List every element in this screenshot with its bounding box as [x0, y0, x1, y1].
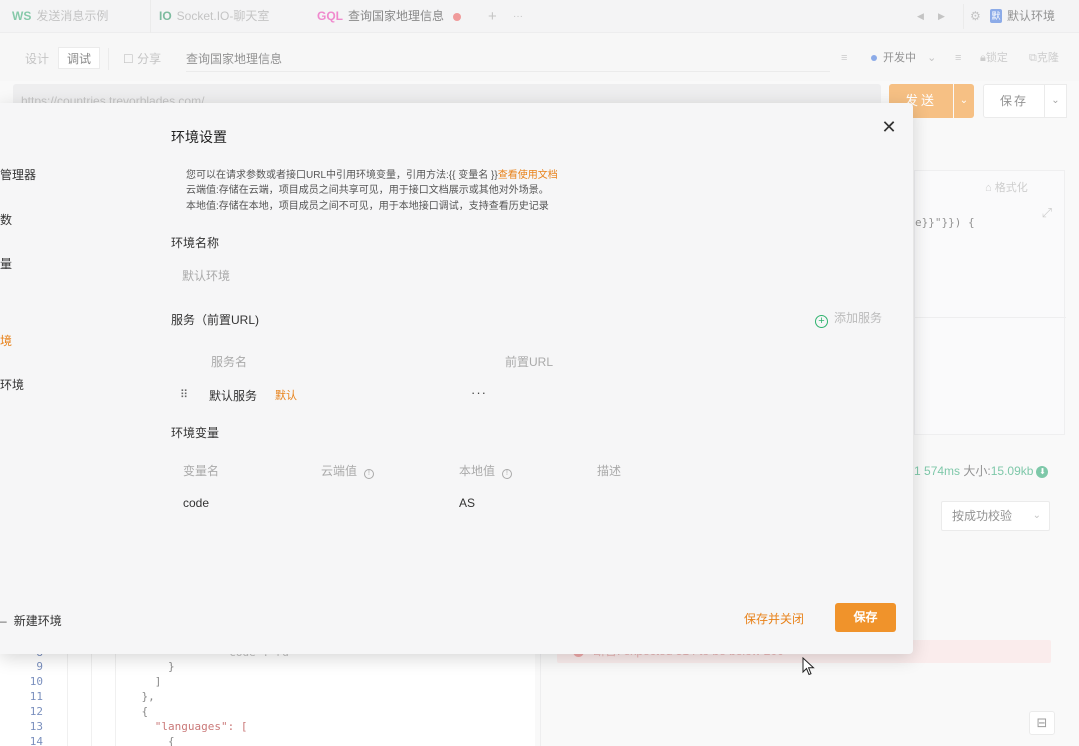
- mouse-cursor-icon: [802, 657, 815, 676]
- sidebar-item-global-params[interactable]: 数: [0, 211, 12, 228]
- service-name-cell[interactable]: 默认服务: [209, 387, 257, 404]
- var-cloud-header: 云端值!: [321, 462, 375, 479]
- info-icon[interactable]: !: [364, 469, 375, 479]
- new-environment-label: 新建环境: [13, 614, 62, 628]
- var-cloud-header-label: 云端值: [321, 464, 358, 478]
- service-section-label: 服务（前置URL): [171, 313, 260, 327]
- var-name-header: 变量名: [183, 464, 220, 478]
- sidebar-item-other-env[interactable]: 环境: [0, 376, 24, 393]
- description-line-1: 您可以在请求参数或者接口URL中引用环境变量，引用方法:{{ 变量名 }}查看使…: [186, 166, 558, 181]
- sidebar-item-global-vars[interactable]: 量: [0, 255, 12, 272]
- drag-handle-icon[interactable]: ⠿: [180, 388, 188, 401]
- add-service-label: 添加服务: [834, 311, 883, 325]
- var-local-header: 本地值!: [459, 462, 513, 479]
- var-name-cell[interactable]: code: [183, 496, 209, 510]
- var-local-header-label: 本地值: [459, 464, 496, 478]
- docs-link[interactable]: 查看使用文档: [498, 170, 558, 181]
- more-actions-icon[interactable]: ···: [471, 385, 487, 400]
- save-button[interactable]: 保存: [835, 603, 896, 632]
- description-line-3: 本地值:存储在本地，项目成员之间不可见，用于本地接口调试，支持查看历史记录: [186, 201, 549, 212]
- description-text: 您可以在请求参数或者接口URL中引用环境变量，引用方法:{{ 变量名 }}: [186, 170, 498, 181]
- env-name-label: 环境名称: [171, 236, 220, 250]
- service-url-header: 前置URL: [505, 355, 554, 369]
- env-vars-label: 环境变量: [171, 426, 220, 440]
- service-name-header: 服务名: [211, 355, 248, 369]
- var-local-cell[interactable]: AS: [459, 496, 475, 510]
- sidebar-item-manager[interactable]: 管理器: [0, 166, 36, 183]
- save-and-close-button[interactable]: 保存并关闭: [744, 610, 804, 627]
- env-name-input[interactable]: 默认环境: [171, 264, 511, 288]
- close-icon[interactable]: ✕: [880, 118, 898, 136]
- info-icon[interactable]: !: [502, 469, 513, 479]
- plus-icon: –: [0, 614, 7, 628]
- sidebar-item-default-env[interactable]: 境: [0, 332, 12, 349]
- add-circle-icon: +: [815, 315, 828, 328]
- var-desc-header: 描述: [597, 464, 622, 478]
- environment-settings-modal: 管理器 数 量 境 环境 – 新建环境 环境设置 ✕ 您可以在请求参数或者接口UR…: [0, 103, 913, 654]
- new-environment-button[interactable]: – 新建环境: [0, 612, 62, 629]
- add-service-button[interactable]: + 添加服务: [815, 309, 882, 328]
- description-line-2: 云端值:存储在云端，项目成员之间共享可见，用于接口文档展示或其他对外场景。: [186, 185, 549, 196]
- modal-title: 环境设置: [171, 129, 227, 145]
- default-service-badge: 默认: [275, 390, 297, 402]
